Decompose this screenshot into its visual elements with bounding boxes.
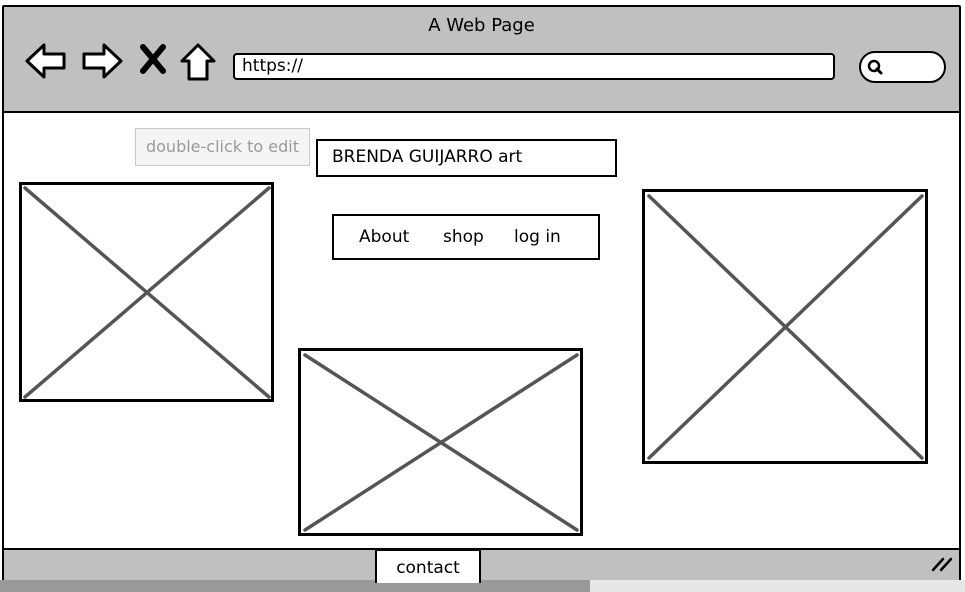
close-x-icon[interactable]: [138, 43, 168, 75]
nav-about-link[interactable]: About: [359, 227, 409, 247]
browser-toolbar: A Web Page https://: [4, 7, 959, 113]
nav-menu: About shop log in: [332, 214, 600, 260]
image-placeholder-right: [642, 189, 928, 464]
horizontal-scrollbar[interactable]: [0, 580, 965, 592]
forward-arrow-icon[interactable]: [80, 41, 124, 81]
contact-link[interactable]: contact: [375, 549, 481, 583]
search-box[interactable]: [859, 51, 946, 83]
search-icon: [867, 59, 883, 75]
resize-grip-icon[interactable]: [931, 556, 953, 572]
nav-shop-link[interactable]: shop: [443, 227, 484, 247]
edit-hint-tooltip: double-click to edit: [135, 128, 310, 166]
nav-login-link[interactable]: log in: [514, 227, 561, 247]
back-arrow-icon[interactable]: [24, 41, 68, 81]
scrollbar-thumb[interactable]: [0, 580, 590, 592]
url-input[interactable]: https://: [233, 53, 835, 80]
window-title: A Web Page: [428, 15, 535, 36]
home-icon[interactable]: [178, 41, 218, 83]
image-placeholder-center: [298, 348, 583, 536]
site-title: BRENDA GUIJARRO art: [316, 139, 617, 177]
image-placeholder-left: [19, 182, 274, 402]
